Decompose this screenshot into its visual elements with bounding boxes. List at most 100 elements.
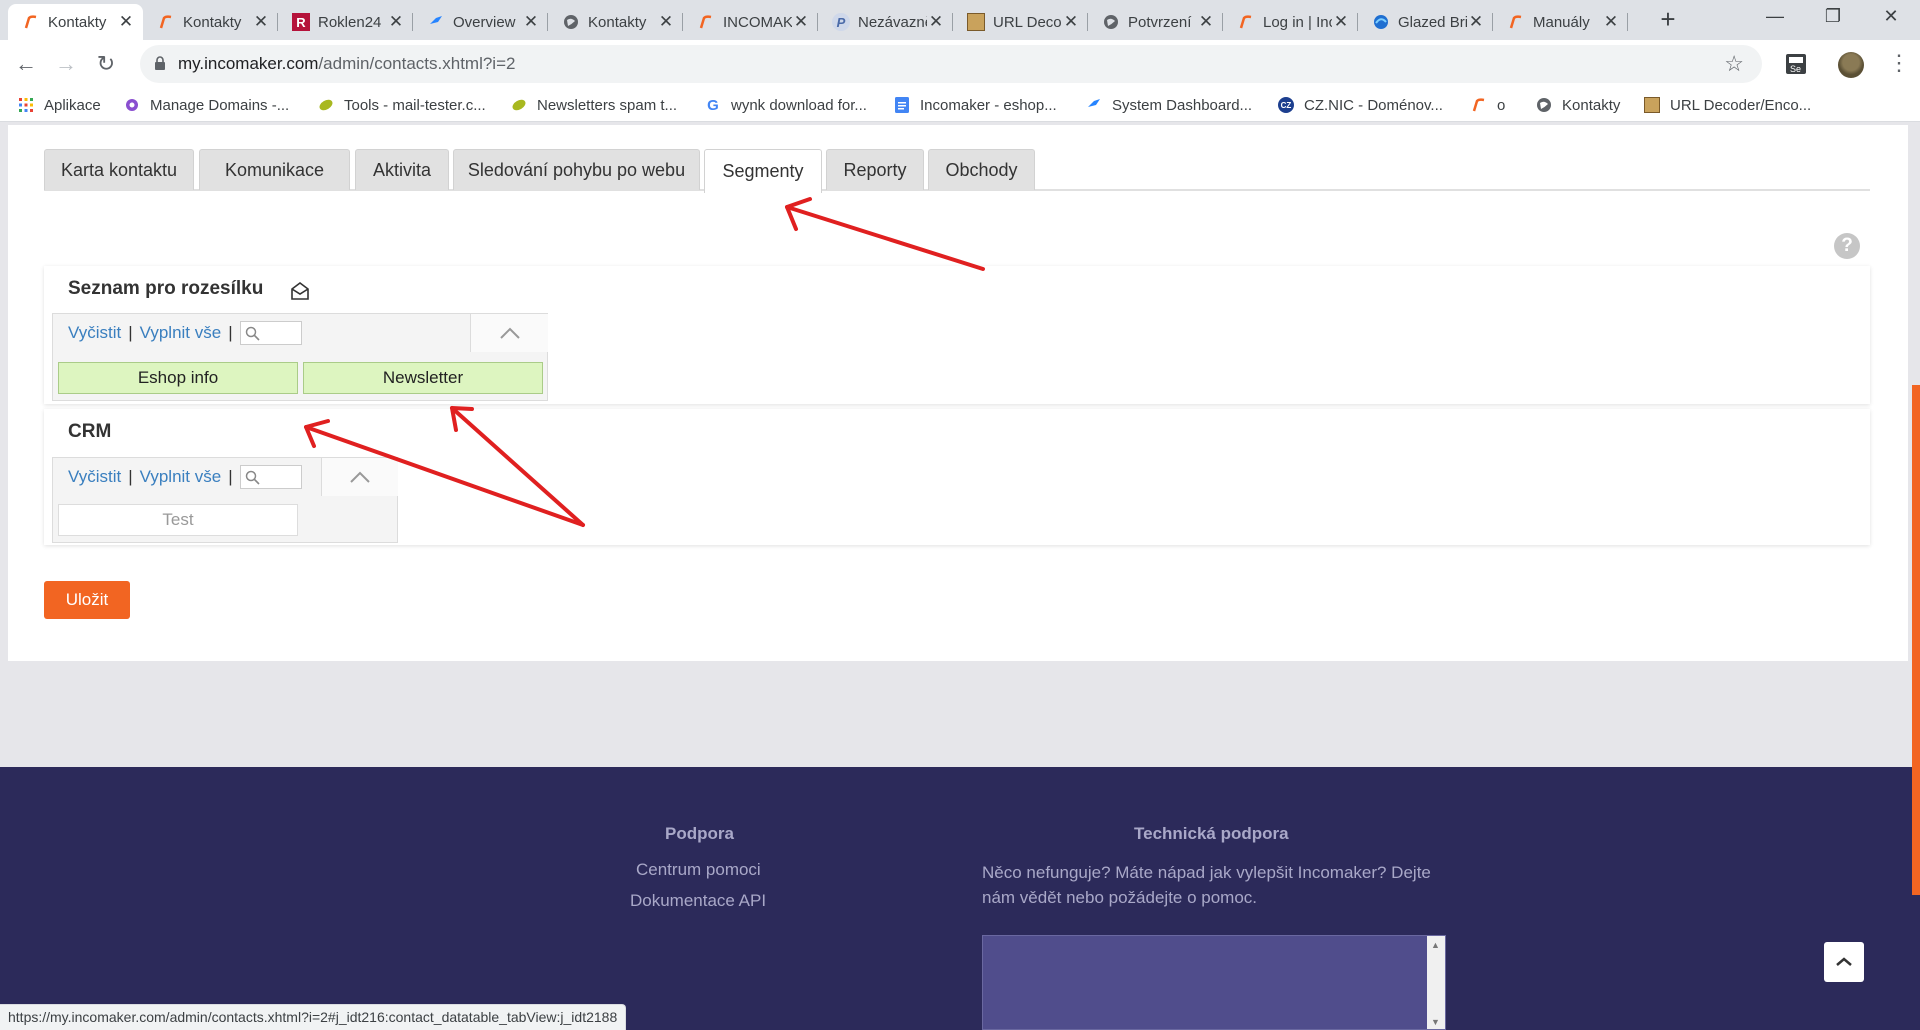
- browser-tab[interactable]: Kontakty ✕: [8, 4, 143, 40]
- profile-avatar[interactable]: [1838, 52, 1864, 78]
- contact-detail-card: Karta kontaktu Komunikace Aktivita Sledo…: [8, 125, 1908, 661]
- bookmark-item[interactable]: URL Decoder/Enco...: [1644, 95, 1811, 115]
- collapse-button[interactable]: [321, 458, 398, 496]
- bookmark-item[interactable]: Incomaker - eshop...: [894, 95, 1057, 115]
- close-tab-icon[interactable]: ✕: [792, 12, 810, 32]
- search-icon: [245, 470, 260, 485]
- clear-link[interactable]: Vyčistit: [68, 323, 121, 343]
- clear-link[interactable]: Vyčistit: [68, 467, 121, 487]
- jira-icon: [427, 13, 445, 31]
- close-tab-icon[interactable]: ✕: [1602, 12, 1620, 32]
- save-button[interactable]: Uložit: [44, 581, 130, 619]
- tab-obchody[interactable]: Obchody: [928, 149, 1035, 190]
- contact-tabs: Karta kontaktu Komunikace Aktivita Sledo…: [44, 149, 1870, 193]
- close-tab-icon[interactable]: ✕: [1062, 12, 1080, 32]
- new-tab-icon[interactable]: +: [1654, 6, 1682, 34]
- browser-tab[interactable]: Glazed Bricks ✕: [1358, 4, 1493, 40]
- browser-tab-title: URL Decoder: [993, 13, 1062, 31]
- footer-link-help-center[interactable]: Centrum pomoci: [636, 860, 761, 880]
- crm-filter-header: Vyčistit | Vyplnit vše |: [53, 458, 302, 496]
- envelope-icon: [291, 282, 309, 300]
- crm-title: CRM: [68, 421, 112, 442]
- browser-tab[interactable]: URL Decoder ✕: [953, 4, 1088, 40]
- close-tab-icon[interactable]: ✕: [252, 12, 270, 32]
- browser-tab[interactable]: Kontakty ✕: [143, 4, 278, 40]
- browser-tab[interactable]: Potvrzení ✕: [1088, 4, 1223, 40]
- footer-link-api-docs[interactable]: Dokumentace API: [630, 891, 766, 911]
- browser-tab[interactable]: INCOMAKER ✕: [683, 4, 818, 40]
- page-scrollbar[interactable]: [1912, 385, 1920, 895]
- reload-icon[interactable]: ↻: [92, 50, 120, 78]
- back-icon[interactable]: ←: [12, 50, 40, 78]
- fill-all-link[interactable]: Vyplnit vše: [140, 323, 222, 343]
- bookmark-item[interactable]: CZ CZ.NIC - Doménov...: [1278, 95, 1443, 115]
- tab-komunikace[interactable]: Komunikace: [199, 149, 350, 190]
- bookmark-item[interactable]: Newsletters spam t...: [511, 95, 677, 115]
- browser-tab[interactable]: P Nezávazně ✕: [818, 4, 953, 40]
- close-tab-icon[interactable]: ✕: [522, 12, 540, 32]
- bookmark-item[interactable]: G wynk download for...: [705, 95, 867, 115]
- minimize-icon[interactable]: —: [1752, 6, 1798, 34]
- footer-tech-text: Něco nefunguje? Máte nápad jak vylepšit …: [982, 863, 1431, 907]
- bookmark-item[interactable]: Manage Domains -...: [124, 95, 289, 115]
- close-tab-icon[interactable]: ✕: [657, 12, 675, 32]
- mailing-list-title: Seznam pro rozesílku: [68, 278, 264, 299]
- browser-tab[interactable]: Log in | Incomaker ✕: [1223, 4, 1358, 40]
- mailing-filter-header: Vyčistit | Vyplnit vše |: [53, 314, 302, 352]
- p-icon: P: [832, 13, 850, 31]
- tab-reporty[interactable]: Reporty: [826, 149, 924, 190]
- chevron-up-icon: [350, 471, 370, 483]
- url-decoder-icon: [967, 13, 985, 31]
- browser-tab[interactable]: Overview ✕: [413, 4, 548, 40]
- tab-sledovani-pohybu[interactable]: Sledování pohybu po webu: [453, 149, 700, 190]
- cznic-icon: CZ: [1278, 97, 1294, 113]
- browser-tab-title: Log in | Incomaker: [1263, 13, 1332, 31]
- crm-filter-box: Vyčistit | Vyplnit vše | Test: [52, 457, 398, 543]
- forward-icon[interactable]: →: [52, 50, 80, 78]
- tab-karta-kontaktu[interactable]: Karta kontaktu: [44, 149, 194, 190]
- browser-tab[interactable]: Kontakty ✕: [548, 4, 683, 40]
- bookmark-item[interactable]: System Dashboard...: [1086, 95, 1252, 115]
- textarea-scrollbar[interactable]: ▲ ▼: [1427, 936, 1445, 1029]
- extension-se-icon[interactable]: Se: [1784, 52, 1808, 76]
- segment-search-input[interactable]: [239, 465, 302, 489]
- close-window-icon[interactable]: ✕: [1868, 6, 1914, 34]
- bookmark-item[interactable]: Aplikace: [18, 95, 101, 115]
- support-message-textarea[interactable]: ▲ ▼: [982, 935, 1446, 1030]
- help-icon[interactable]: ?: [1834, 233, 1860, 259]
- collapse-button[interactable]: [470, 314, 548, 352]
- browser-tab-title: Overview: [453, 13, 516, 31]
- bookmark-item[interactable]: o: [1471, 95, 1505, 115]
- incomaker-icon: [157, 13, 175, 31]
- close-tab-icon[interactable]: ✕: [1467, 12, 1485, 32]
- browser-toolbar: ← → ↻ my.incomaker.com/admin/contacts.xh…: [0, 40, 1920, 88]
- restore-icon[interactable]: ❐: [1810, 6, 1856, 34]
- close-tab-icon[interactable]: ✕: [117, 12, 135, 32]
- close-tab-icon[interactable]: ✕: [1332, 12, 1350, 32]
- browser-tab-title: Roklen24: [318, 13, 382, 31]
- close-tab-icon[interactable]: ✕: [387, 12, 405, 32]
- browser-tab-title: Kontakty: [183, 13, 242, 31]
- address-bar[interactable]: my.incomaker.com/admin/contacts.xhtml?i=…: [140, 45, 1762, 83]
- fill-all-link[interactable]: Vyplnit vše: [140, 467, 222, 487]
- close-tab-icon[interactable]: ✕: [1197, 12, 1215, 32]
- separator: |: [128, 467, 133, 486]
- browser-tab[interactable]: R Roklen24 ✕: [278, 4, 413, 40]
- search-icon: [245, 326, 260, 341]
- scroll-to-top-button[interactable]: [1824, 942, 1864, 982]
- tab-segmenty[interactable]: Segmenty: [704, 149, 822, 193]
- close-tab-icon[interactable]: ✕: [927, 12, 945, 32]
- browser-tab[interactable]: Manuály ✕: [1493, 4, 1628, 40]
- segment-search-input[interactable]: [239, 321, 302, 345]
- bookmark-star-icon[interactable]: ☆: [1724, 51, 1744, 77]
- browser-tab-title: Kontakty: [588, 13, 647, 31]
- bookmark-item[interactable]: Kontakty: [1536, 95, 1620, 115]
- page-footer: Podpora Centrum pomoci Dokumentace API T…: [0, 767, 1920, 1030]
- tab-aktivita[interactable]: Aktivita: [355, 149, 449, 190]
- incomaker-icon: [697, 13, 715, 31]
- browser-menu-icon[interactable]: ⋮: [1888, 50, 1910, 76]
- bookmark-item[interactable]: Tools - mail-tester.c...: [318, 95, 486, 115]
- segment-chip-test[interactable]: Test: [58, 504, 298, 536]
- segment-chip-newsletter[interactable]: Newsletter: [303, 362, 543, 394]
- segment-chip-eshop-info[interactable]: Eshop info: [58, 362, 298, 394]
